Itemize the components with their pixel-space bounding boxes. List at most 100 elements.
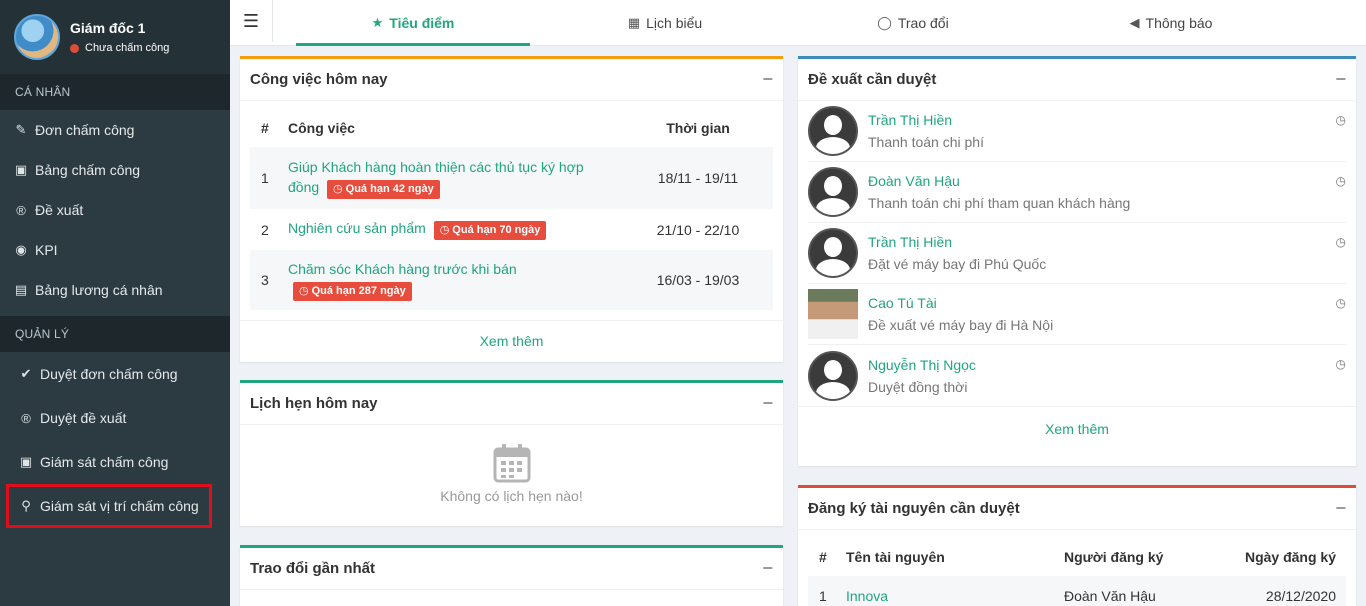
clock-icon: ◷ — [1335, 174, 1346, 188]
proposal-item[interactable]: Trần Thị Hiền Thanh toán chi phí ◷ — [808, 101, 1346, 162]
recent-discussions-panel: Trao đổi gần nhất − — [240, 545, 783, 606]
sidebar-item-monitor-attendance[interactable]: ▣ Giám sát chấm công — [0, 440, 230, 484]
sidebar-item-proposal[interactable]: ® Đề xuất — [0, 190, 230, 230]
avatar — [808, 350, 858, 401]
sidebar-item-approve-attendance[interactable]: ✔ Duyệt đơn chấm công — [0, 352, 230, 396]
user-name: Giám đốc 1 — [70, 20, 146, 36]
overdue-badge: ◷ Quá hạn 287 ngày — [293, 282, 412, 301]
menu-toggle-icon[interactable]: ☰ — [230, 0, 273, 42]
proposal-item[interactable]: Trần Thị Hiền Đặt vé máy bay đi Phú Quốc … — [808, 223, 1346, 284]
table-row: 1 Innova Đoàn Văn Hậu 28/12/2020 — [808, 576, 1346, 606]
panel-title: Trao đổi gần nhất — [250, 560, 376, 577]
sidebar-item-kpi[interactable]: ◉ KPI — [0, 230, 230, 270]
sidebar-item-salary[interactable]: ▤ Bảng lương cá nhân — [0, 270, 230, 310]
collapse-icon[interactable]: − — [1335, 498, 1346, 519]
tasks-today-panel: Công việc hôm nay − # Công việc Thời gia… — [240, 56, 783, 362]
calendar-check-icon: ▣ — [19, 454, 33, 469]
tab-label: Trao đổi — [897, 15, 949, 31]
proposal-description: Thanh toán chi phí — [868, 134, 984, 150]
tab-discussion[interactable]: ◯ Trao đổi — [800, 0, 1026, 46]
proposal-user[interactable]: Trần Thị Hiền — [868, 234, 1046, 250]
resource-link[interactable]: Innova — [846, 588, 888, 604]
appointments-panel: Lịch hẹn hôm nay − Không có lịch hẹn nào… — [240, 380, 783, 526]
calendar-icon: ▦ — [627, 15, 641, 30]
tab-notifications[interactable]: ◀ Thông báo — [1056, 0, 1286, 46]
task-link[interactable]: đồng — [288, 179, 319, 195]
collapse-icon[interactable]: − — [762, 558, 773, 579]
proposals-panel: Đề xuất cần duyệt − Trần Thị Hiền Thanh t… — [798, 56, 1356, 466]
money-icon: ▤ — [14, 282, 28, 297]
proposal-user[interactable]: Đoàn Văn Hậu — [868, 173, 1130, 189]
sidebar-item-attendance-table[interactable]: ▣ Bảng chấm công — [0, 150, 230, 190]
column-header: Thời gian — [666, 120, 730, 136]
sidebar-item-attendance-form[interactable]: ✎ Đơn chấm công — [0, 110, 230, 150]
clock-icon: ◷ — [333, 183, 343, 195]
edit-icon: ✎ — [15, 122, 27, 137]
calendar-empty-icon — [493, 444, 530, 483]
empty-message: Không có lịch hẹn nào! — [440, 488, 583, 504]
sidebar-item-monitor-location[interactable]: ⚲ Giám sát vị trí chấm công — [6, 484, 212, 528]
column-header: Người đăng ký — [1064, 549, 1164, 565]
collapse-icon[interactable]: − — [1335, 69, 1346, 90]
proposal-description: Duyệt đồng thời — [868, 378, 968, 395]
row-number: 3 — [261, 272, 269, 288]
status-dot-icon — [70, 43, 79, 53]
calendar-check-icon: ▣ — [14, 162, 28, 177]
sidebar-item-approve-proposal[interactable]: ® Duyệt đề xuất — [0, 396, 230, 440]
proposal-item[interactable]: Đoàn Văn Hậu Thanh toán chi phí tham quan… — [808, 162, 1346, 223]
registered-icon: ® — [16, 202, 26, 218]
task-link[interactable]: Nghiên cứu sản phẩm — [288, 220, 426, 236]
resources-panel: Đăng ký tài nguyên cần duyệt − # Tên tài… — [798, 485, 1356, 606]
eye-icon: ◉ — [15, 242, 27, 257]
task-link[interactable]: Chăm sóc Khách hàng trước khi bán — [288, 261, 517, 277]
tab-highlights[interactable]: ★ Tiêu điểm — [296, 0, 530, 46]
clock-icon: ◷ — [1335, 296, 1346, 310]
sidebar-item-label: Bảng lương cá nhân — [35, 282, 163, 298]
avatar — [808, 106, 858, 156]
tab-label: Tiêu điểm — [389, 15, 455, 31]
proposal-description: Thanh toán chi phí tham quan khách hàng — [868, 195, 1131, 211]
see-more-link[interactable]: Xem thêm — [480, 333, 544, 349]
table-row: 1 Giúp Khách hàng hoàn thiện các thủ tục… — [250, 147, 773, 209]
attendance-status-text: Chưa chấm công — [85, 42, 170, 54]
column-header: Công việc — [288, 120, 355, 136]
tab-schedule[interactable]: ▦ Lịch biểu — [550, 0, 780, 46]
resources-table: # Tên tài nguyên Người đăng ký Ngày đăng… — [808, 538, 1346, 606]
clock-icon: ◷ — [1335, 235, 1346, 249]
column-header: Tên tài nguyên — [846, 549, 945, 565]
section-heading-manage: QUẢN LÝ — [0, 316, 230, 352]
registration-date: 28/12/2020 — [1265, 588, 1336, 604]
collapse-icon[interactable]: − — [762, 69, 773, 90]
tab-label: Thông báo — [1145, 15, 1213, 31]
attendance-status: Chưa chấm công — [70, 42, 169, 54]
overdue-badge: ◷ Quá hạn 70 ngày — [433, 220, 547, 240]
proposal-user[interactable]: Cao Tú Tài — [868, 295, 1053, 311]
avatar[interactable] — [14, 14, 60, 60]
sidebar-item-label: Đề xuất — [35, 202, 84, 218]
task-time: 16/03 - 19/03 — [656, 272, 740, 288]
column-header: Ngày đăng ký — [1244, 549, 1336, 565]
sidebar-item-label: Duyệt đơn chấm công — [40, 366, 178, 382]
column-header: # — [261, 120, 269, 136]
panel-title: Công việc hôm nay — [250, 71, 388, 88]
table-row: 2 Nghiên cứu sản phẩm ◷ Quá hạn 70 ngày 2… — [250, 209, 773, 250]
registrant: Đoàn Văn Hậu — [1064, 588, 1156, 604]
proposal-user[interactable]: Nguyễn Thị Ngọc — [868, 357, 976, 373]
sidebar-item-label: Giám sát chấm công — [40, 454, 169, 470]
avatar — [808, 289, 858, 339]
check-circle-icon: ✔ — [20, 366, 32, 381]
row-number: 1 — [819, 588, 827, 604]
proposal-item[interactable]: Cao Tú Tài Đề xuất vé máy bay đi Hà Nội ◷ — [808, 284, 1346, 345]
clock-icon: ◷ — [1335, 357, 1346, 371]
top-bar: ☰ ★ Tiêu điểm ▦ Lịch biểu ◯ Trao đổi ◀ Thông… — [230, 0, 1366, 46]
comment-icon: ◯ — [877, 15, 892, 30]
task-link[interactable]: Giúp Khách hàng hoàn thiện các thủ tục k… — [288, 159, 584, 175]
proposal-item[interactable]: Nguyễn Thị Ngọc Duyệt đồng thời ◷ — [808, 345, 1346, 406]
sidebar-item-label: Duyệt đề xuất — [40, 410, 127, 426]
collapse-icon[interactable]: − — [762, 393, 773, 414]
see-more-link[interactable]: Xem thêm — [1045, 421, 1109, 437]
clock-icon: ◷ — [439, 223, 450, 236]
proposal-user[interactable]: Trần Thị Hiền — [868, 112, 984, 128]
sidebar-item-label: Đơn chấm công — [35, 122, 135, 138]
map-marker-icon: ⚲ — [21, 498, 31, 513]
